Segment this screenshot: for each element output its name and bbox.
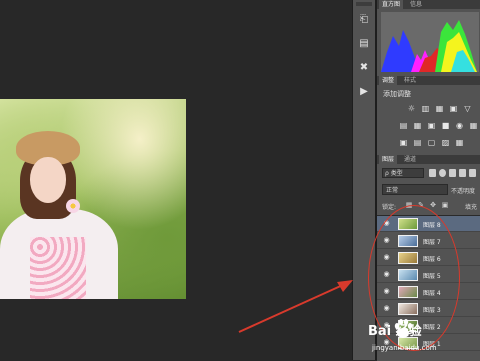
photo-figure-dress [30, 237, 86, 299]
curves-icon[interactable]: ▦ [435, 104, 444, 113]
fill-label: 填充 [465, 204, 478, 211]
color-lookup-icon[interactable]: ▦ [469, 121, 478, 130]
photo-filter-icon[interactable]: ■ [441, 121, 450, 130]
tab-info[interactable]: 信息 [407, 0, 425, 9]
brightness-icon[interactable]: ☼ [407, 104, 416, 113]
lock-label: 锁定: [382, 204, 397, 211]
brush-settings-icon[interactable]: ✖ [356, 60, 372, 76]
shape-filter-icon[interactable] [459, 169, 466, 177]
tab-histogram[interactable]: 直方图 [379, 0, 404, 9]
smart-object-filter-icon[interactable] [469, 169, 476, 177]
play-icon[interactable]: ▶ [356, 84, 372, 100]
watermark: Bai 经验 jingyan.baidu.com [356, 318, 480, 360]
layers-filter-bar: ρ 类型 [377, 168, 480, 180]
opacity-label: 不透明度 [451, 188, 476, 195]
posterize-icon[interactable]: ▤ [413, 138, 422, 147]
black-white-icon[interactable]: ▣ [427, 121, 436, 130]
layers-panel-header: 图层 通道 [377, 155, 480, 164]
invert-icon[interactable]: ▣ [399, 138, 408, 147]
hue-saturation-icon[interactable]: ▤ [399, 121, 408, 130]
add-adjustment-title: 添加调整 [383, 90, 411, 98]
canvas-photo [0, 99, 186, 299]
watermark-logo-text: Bai 经验 [368, 324, 422, 339]
selective-color-icon[interactable]: ▦ [455, 138, 464, 147]
type-filter-icon[interactable] [449, 169, 456, 177]
lock-all-icon[interactable]: ▣ [441, 201, 449, 209]
tab-channels[interactable]: 通道 [401, 155, 419, 164]
tab-adjustments[interactable]: 调整 [379, 76, 398, 85]
pixel-filter-icon[interactable] [429, 169, 436, 177]
vibrance-icon[interactable]: ▽ [463, 104, 472, 113]
blend-mode-select[interactable]: 正常 [382, 184, 448, 195]
gradient-map-icon[interactable]: ▨ [441, 138, 450, 147]
properties-icon[interactable]: ▤ [356, 36, 372, 52]
history-icon[interactable]: ⎗ [356, 12, 372, 28]
annotation-arrow [238, 280, 353, 333]
photo-figure-flower [66, 199, 80, 213]
threshold-icon[interactable]: ▢ [427, 138, 436, 147]
adjustment-filter-icon[interactable] [439, 169, 446, 177]
layer-kind-filter[interactable]: ρ 类型 [382, 168, 424, 178]
histogram-graph [381, 12, 479, 72]
histogram-panel-header: 直方图 信息 [377, 0, 480, 9]
channel-mixer-icon[interactable]: ◉ [455, 121, 464, 130]
watermark-url: jingyan.baidu.com [372, 344, 437, 352]
tab-layers[interactable]: 图层 [379, 155, 398, 164]
color-balance-icon[interactable]: ▦ [413, 121, 422, 130]
photo-figure-face [30, 157, 66, 203]
levels-icon[interactable]: ▥ [421, 104, 430, 113]
adjustments-panel-header: 调整 样式 [377, 76, 480, 85]
tab-styles[interactable]: 样式 [401, 76, 419, 85]
lock-position-icon[interactable]: ✥ [429, 201, 437, 209]
strip-grip[interactable] [356, 2, 372, 6]
exposure-icon[interactable]: ▣ [449, 104, 458, 113]
